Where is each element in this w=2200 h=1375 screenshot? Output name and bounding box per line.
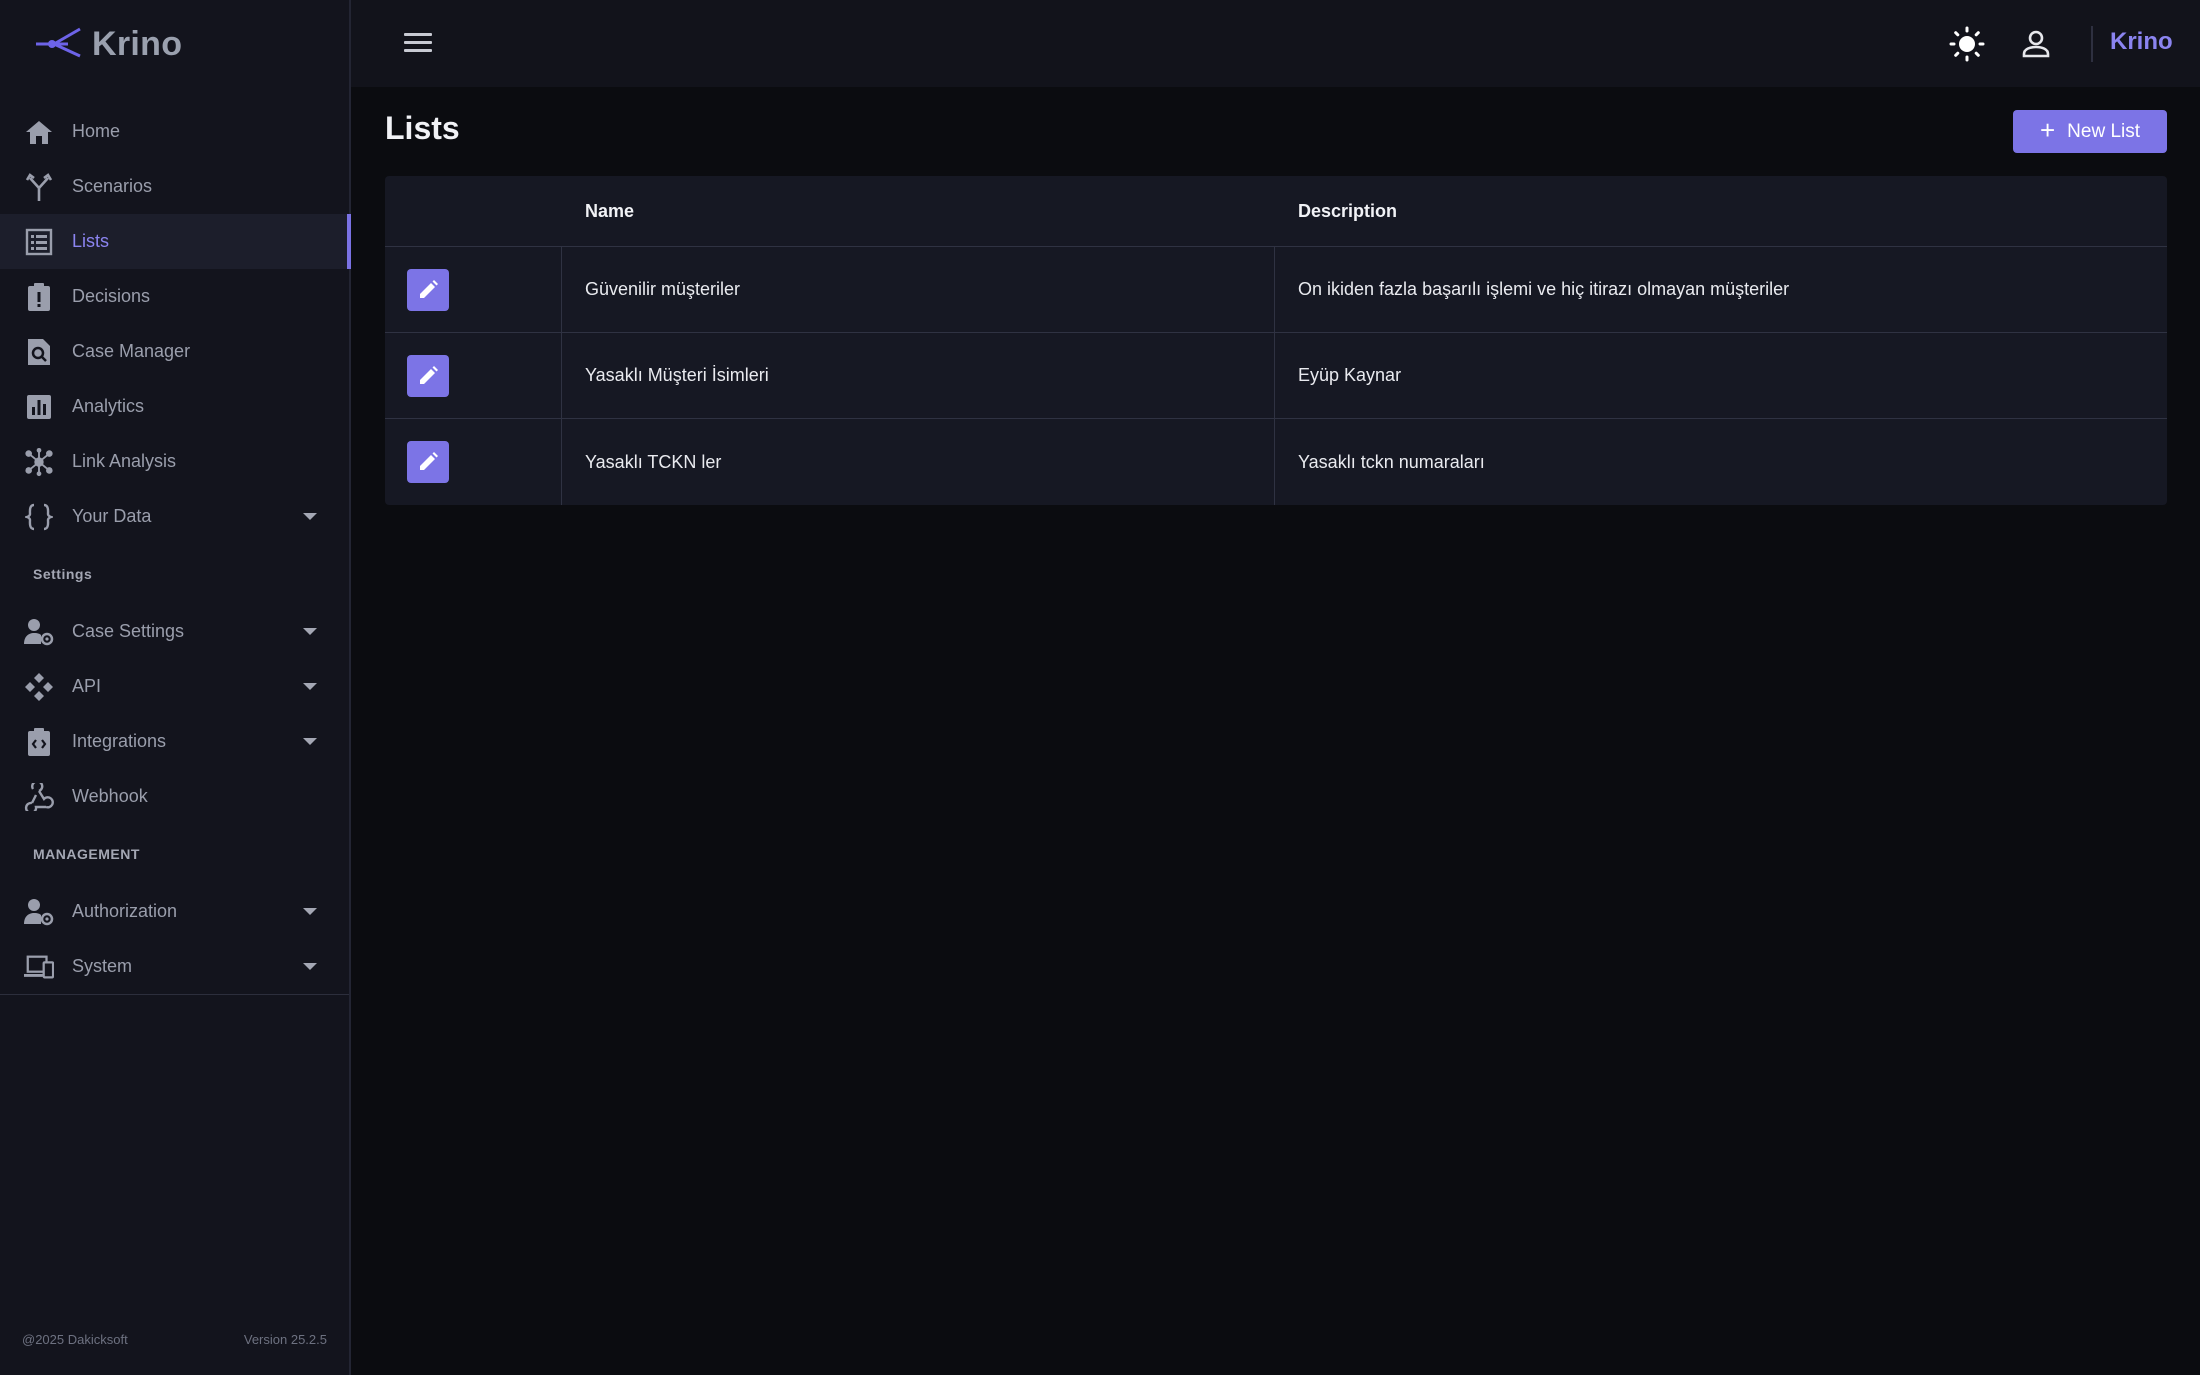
user-gear-icon (24, 617, 54, 647)
brand-link[interactable]: Krino (2110, 28, 2173, 56)
section-label-management: MANAGEMENT (33, 846, 140, 862)
chevron-down-icon (303, 908, 317, 915)
table-row[interactable]: Yasaklı Müşteri İsimleri Eyüp Kaynar (385, 333, 2167, 419)
table-row[interactable]: Yasaklı TCKN ler Yasaklı tckn numaraları (385, 419, 2167, 505)
sidebar-item-label: Case Settings (72, 621, 185, 641)
sidebar-item-label: Analytics (72, 396, 145, 416)
sidebar-item-authorization[interactable]: Authorization (0, 884, 349, 939)
sidebar-item-decisions[interactable]: Decisions (0, 269, 349, 324)
chevron-down-icon (303, 513, 317, 520)
sidebar-item-system[interactable]: System (0, 939, 349, 994)
sidebar-item-label: Your Data (72, 506, 152, 526)
name-cell: Güvenilir müşteriler (562, 247, 1275, 332)
sidebar-nav: Home Scenarios Lists Decisions Case Mana… (0, 104, 351, 994)
new-list-label: New List (2067, 120, 2141, 142)
divider (0, 994, 349, 995)
account-button[interactable] (2019, 27, 2053, 61)
plus-icon: + (2039, 115, 2056, 145)
sidebar-item-label: Authorization (72, 901, 178, 921)
webhook-icon (24, 782, 54, 812)
sidebar-item-label: System (72, 956, 133, 976)
sidebar-item-webhook[interactable]: Webhook (0, 769, 349, 824)
sidebar-item-api[interactable]: API (0, 659, 349, 714)
chevron-down-icon (303, 963, 317, 970)
page-title: Lists (385, 110, 460, 146)
name-cell: Yasaklı Müşteri İsimleri (562, 333, 1275, 418)
logo-icon (36, 27, 81, 58)
sidebar-item-analytics[interactable]: Analytics (0, 379, 349, 434)
description-cell: Eyüp Kaynar (1298, 365, 1402, 385)
sidebar-item-label: API (72, 676, 102, 696)
description-cell: Yasaklı tckn numaraları (1298, 451, 1485, 472)
description-cell: On ikiden fazla başarılı işlemi ve hiç i… (1298, 279, 1790, 299)
api-icon (24, 672, 54, 702)
edit-button[interactable] (407, 354, 449, 397)
sidebar-item-label: Lists (72, 231, 110, 251)
column-header-name[interactable]: Name (562, 176, 1275, 246)
top-bar: Krino (351, 0, 2200, 87)
pencil-icon (420, 365, 438, 384)
sun-icon (1949, 26, 1985, 62)
devices-icon (24, 952, 54, 982)
sidebar-item-case-settings[interactable]: Case Settings (0, 604, 349, 659)
actions-cell (385, 419, 562, 505)
sidebar-item-label: Home (72, 121, 121, 141)
lists-table: Name Description Güvenilir müşteriler On… (385, 176, 2167, 505)
pencil-icon (420, 452, 438, 470)
sidebar-item-home[interactable]: Home (0, 104, 349, 159)
edit-button[interactable] (407, 268, 449, 311)
chart-icon (24, 392, 54, 422)
actions-cell (385, 333, 562, 418)
sidebar-item-label: Case Manager (72, 341, 191, 361)
sidebar-item-label: Integrations (72, 731, 167, 751)
chevron-down-icon (303, 683, 317, 690)
sidebar: Krino Home Scenarios Lists Decisions Cas… (0, 0, 351, 1375)
sidebar-item-your-data[interactable]: Your Data (0, 489, 349, 544)
fork-icon (24, 172, 54, 202)
logo-text: Krino (92, 24, 183, 63)
section-label-settings: Settings (33, 566, 93, 582)
theme-toggle-button[interactable] (1949, 26, 1985, 62)
name-cell: Yasaklı TCKN ler (562, 419, 1275, 505)
divider (2091, 26, 2093, 62)
table-row[interactable]: Güvenilir müşteriler On ikiden fazla baş… (385, 247, 2167, 333)
version-text: Version 25.2.5 (243, 1332, 327, 1347)
column-header-description[interactable]: Description (1275, 176, 2167, 246)
sidebar-item-integrations[interactable]: Integrations (0, 714, 349, 769)
home-icon (24, 117, 54, 147)
sidebar-item-scenarios[interactable]: Scenarios (0, 159, 349, 214)
pencil-icon (420, 279, 438, 298)
sidebar-item-label: Decisions (72, 286, 151, 306)
list-icon (24, 227, 54, 257)
sidebar-item-label: Scenarios (72, 176, 153, 196)
user-icon (2022, 30, 2050, 58)
copyright-text: @2025 Dakicksoft (22, 1332, 128, 1347)
sidebar-item-case-manager[interactable]: Case Manager (0, 324, 349, 379)
sidebar-item-lists[interactable]: Lists (0, 214, 351, 269)
edit-button[interactable] (407, 441, 449, 483)
new-list-button[interactable]: + New List (2013, 110, 2167, 153)
chevron-down-icon (303, 738, 317, 745)
integration-icon (24, 727, 54, 757)
network-icon (24, 447, 54, 477)
document-search-icon (24, 337, 54, 367)
braces-icon (24, 502, 54, 532)
column-header-actions (385, 176, 562, 246)
actions-cell (385, 247, 562, 332)
app-logo[interactable]: Krino (34, 22, 182, 66)
sidebar-item-label: Link Analysis (72, 451, 177, 471)
sidebar-item-link-analysis[interactable]: Link Analysis (0, 434, 349, 489)
table-header: Name Description (385, 176, 2167, 247)
chevron-down-icon (303, 628, 317, 635)
sidebar-footer: @2025 Dakicksoft Version 25.2.5 (22, 1332, 327, 1347)
clipboard-alert-icon (24, 282, 54, 312)
sidebar-item-label: Webhook (72, 786, 148, 806)
user-gear-icon (24, 897, 54, 927)
menu-icon[interactable] (404, 33, 432, 55)
